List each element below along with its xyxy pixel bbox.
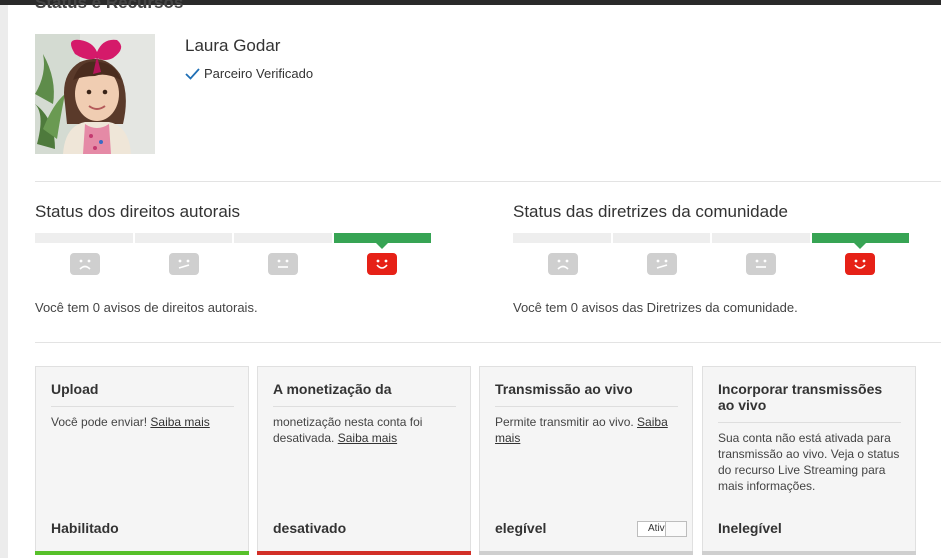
community-status: Status das diretrizes da comunidade Você…	[513, 202, 913, 315]
copyright-status-message: Você tem 0 avisos de direitos autorais.	[35, 300, 258, 315]
feature-card-status: elegível	[495, 520, 547, 536]
feature-card-description: monetização nesta conta foi desativada. …	[273, 414, 456, 446]
sad-face-icon	[69, 253, 100, 275]
feature-status-bar	[479, 551, 693, 555]
meter-segment	[35, 233, 133, 243]
feature-card-title: Incorporar transmissões ao vivo	[718, 381, 901, 423]
copyright-status-meter	[35, 233, 431, 249]
feature-card-description: Você pode enviar! Saiba mais	[51, 414, 234, 430]
feature-card-upload: Upload Você pode enviar! Saiba mais Habi…	[35, 366, 249, 555]
meter-segment	[712, 233, 810, 243]
sad-face-icon	[547, 253, 578, 275]
meter-segment-active	[811, 233, 909, 249]
feature-card-description: Permite transmitir ao vivo. Saiba mais	[495, 414, 678, 446]
meter-segment	[134, 233, 232, 243]
feature-status-bar	[35, 551, 249, 555]
divider	[35, 181, 941, 182]
feature-card-status: Inelegível	[718, 520, 782, 536]
unsure-face-icon	[168, 253, 199, 275]
channel-avatar	[35, 34, 155, 154]
community-status-meter	[513, 233, 909, 249]
copyright-status-faces	[35, 253, 431, 275]
learn-more-link[interactable]: Saiba mais	[338, 431, 397, 445]
feature-card-title: A monetização da	[273, 381, 456, 407]
page-title: Status e Recursos	[35, 0, 184, 12]
enable-toggle[interactable]: Ativ	[637, 521, 687, 537]
feature-card-monetization: A monetização da monetização nesta conta…	[257, 366, 471, 555]
feature-card-text: Sua conta não está ativada para transmis…	[718, 431, 900, 493]
status-panel: Status e Recursos Laura Godar Parceiro V…	[8, 0, 941, 558]
feature-card-title: Transmissão ao vivo	[495, 381, 678, 407]
meter-segment	[234, 233, 332, 243]
copyright-status: Status dos direitos autorais Você tem 0 …	[35, 202, 435, 315]
verified-badge: Parceiro Verificado	[185, 66, 313, 81]
neutral-face-icon	[267, 253, 298, 275]
checkmark-icon	[185, 67, 200, 80]
feature-card-text: Você pode enviar!	[51, 415, 151, 429]
feature-card-title: Upload	[51, 381, 234, 407]
feature-card-text: Permite transmitir ao vivo.	[495, 415, 638, 429]
community-status-message: Você tem 0 avisos das Diretrizes da comu…	[513, 300, 798, 315]
neutral-face-icon	[745, 253, 776, 275]
left-gutter	[0, 5, 8, 558]
feature-card-description: Sua conta não está ativada para transmis…	[718, 430, 901, 494]
feature-card-live-streaming: Transmissão ao vivo Permite transmitir a…	[479, 366, 693, 555]
copyright-status-title: Status dos direitos autorais	[35, 202, 241, 221]
happy-face-icon	[844, 253, 875, 275]
feature-status-bar	[702, 551, 916, 555]
meter-segment-active	[333, 233, 431, 249]
feature-status-bar	[257, 551, 471, 555]
divider	[35, 342, 941, 343]
community-status-title: Status das diretrizes da comunidade	[513, 202, 788, 221]
channel-name: Laura Godar	[185, 36, 281, 55]
feature-card-status: desativado	[273, 520, 347, 536]
feature-card-status: Habilitado	[51, 520, 119, 536]
learn-more-link[interactable]: Saiba mais	[150, 415, 209, 429]
community-status-faces	[513, 253, 909, 275]
happy-face-icon	[366, 253, 397, 275]
meter-segment	[612, 233, 710, 243]
unsure-face-icon	[646, 253, 677, 275]
feature-card-embed-live: Incorporar transmissões ao vivo Sua cont…	[702, 366, 916, 555]
verified-label: Parceiro Verificado	[204, 66, 314, 81]
meter-segment	[513, 233, 611, 243]
